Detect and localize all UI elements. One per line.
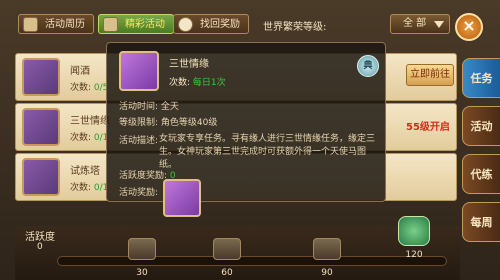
- activity-name: 三世情缘: [70, 116, 110, 127]
- go-now-button[interactable]: 立即前往: [406, 64, 454, 86]
- activity-name: 闻酒: [70, 66, 90, 77]
- top-bar: 活动周历 精彩活动 找回奖励 世界繁荣等级: 全 部: [0, 10, 500, 38]
- reward-icon: [178, 17, 193, 32]
- detail-times: 次数: 每日1次: [169, 78, 226, 88]
- side-tab-quests[interactable]: 任务: [462, 58, 500, 98]
- calendar-icon: [23, 17, 38, 32]
- tab-activity-calendar[interactable]: 活动周历: [18, 14, 94, 34]
- detail-time: 活动时间: 全天: [119, 102, 179, 112]
- chest-icon: [213, 238, 241, 260]
- unlock-level-label: 55级开启: [406, 122, 450, 133]
- world-prosperity-label: 世界繁荣等级:: [263, 22, 327, 33]
- tab-label: 精彩活动: [125, 19, 165, 30]
- chest-icon: [313, 238, 341, 260]
- reward-item-icon[interactable]: [163, 179, 201, 217]
- tab-featured-events[interactable]: 精彩活动: [98, 14, 174, 34]
- close-button[interactable]: ×: [455, 13, 483, 41]
- close-icon: ×: [462, 16, 476, 35]
- quill-icon: [22, 108, 60, 146]
- tab-label: 找回奖励: [200, 19, 240, 30]
- level-filter-dropdown[interactable]: 全 部: [390, 14, 450, 34]
- activity-count: 次数: 0/1: [70, 183, 109, 193]
- activity-name: 试炼塔: [70, 166, 100, 177]
- detail-reward-label: 活动奖励:: [119, 188, 159, 198]
- classic-badge-icon: 典: [357, 55, 379, 77]
- activity-window: 活动周历 精彩活动 找回奖励 世界繁荣等级: 全 部 × 任务 活动 代练 每周…: [0, 0, 500, 280]
- tab-label: 活动周历: [45, 19, 85, 30]
- milestone-30[interactable]: 30: [125, 238, 159, 278]
- milestone-60[interactable]: 60: [210, 238, 244, 278]
- mount-icon: [22, 158, 60, 196]
- activity-points-label: 活跃度: [25, 232, 55, 243]
- side-tab-leveling[interactable]: 代练: [462, 154, 500, 194]
- chevron-down-icon: [434, 21, 444, 28]
- quill-icon: [119, 51, 159, 91]
- detail-description: 女玩家专享任务。寻有缘人进行三世情缘任务，缘定三生。女神玩家第三世完成时可获额外…: [159, 134, 376, 170]
- tab-recover-rewards[interactable]: 找回奖励: [173, 14, 249, 34]
- gift-chest-icon: [398, 216, 430, 246]
- milestone-90[interactable]: 90: [310, 238, 344, 278]
- detail-desc-label: 活动描述:: [119, 136, 159, 146]
- milestone-120[interactable]: 120: [397, 216, 431, 260]
- chest-icon: [128, 238, 156, 260]
- side-tab-activities[interactable]: 活动: [462, 106, 500, 146]
- exp-icon: [22, 58, 60, 96]
- activity-points-bar: 活跃度 0 30 60 90 120: [15, 216, 460, 280]
- detail-level: 等级限制: 角色等级40级: [119, 118, 218, 128]
- detail-title: 三世情缘: [169, 59, 209, 70]
- side-tab-weekly[interactable]: 每周: [462, 202, 500, 242]
- activity-detail-tooltip: 三世情缘 次数: 每日1次 典 活动时间: 全天 等级限制: 角色等级40级 活…: [106, 42, 386, 217]
- activity-count: 次数: 0/5: [70, 83, 109, 93]
- activity-count: 次数: 0/1: [70, 133, 109, 143]
- gift-icon: [103, 17, 118, 32]
- dropdown-value: 全 部: [403, 18, 427, 29]
- activity-progress-track: [57, 256, 447, 266]
- activity-points-value: 0: [37, 242, 43, 252]
